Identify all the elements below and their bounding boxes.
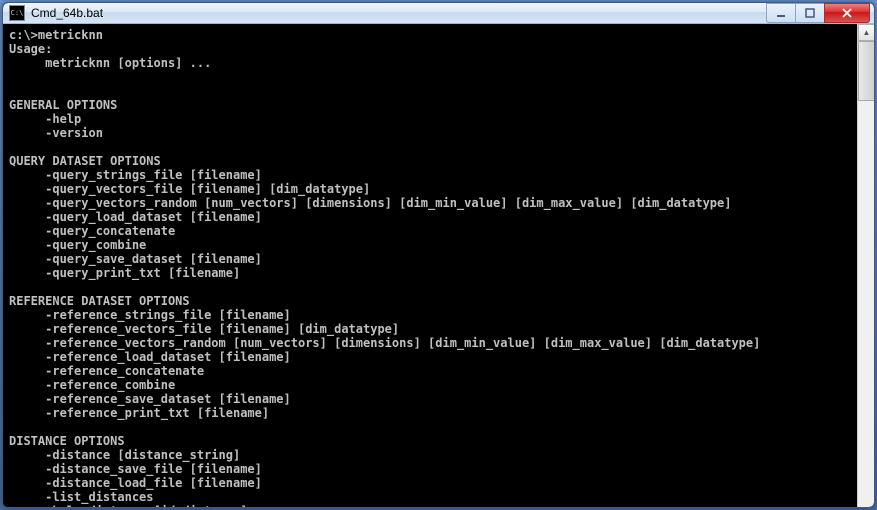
vertical-scrollbar[interactable]: ▲ ▼ <box>857 24 874 508</box>
console-area: c:\>metricknn Usage: metricknn [options]… <box>3 24 874 508</box>
scroll-up-button[interactable]: ▲ <box>858 24 875 41</box>
titlebar[interactable]: C:\ Cmd_64b.bat <box>3 3 874 24</box>
console-window: C:\ Cmd_64b.bat c:\>metricknn Usage: met… <box>2 2 875 508</box>
cmd-icon: C:\ <box>9 5 25 21</box>
window-controls <box>767 3 870 23</box>
window-title: Cmd_64b.bat <box>31 6 103 20</box>
maximize-button[interactable] <box>795 3 825 23</box>
minimize-button[interactable] <box>766 3 796 23</box>
console-output[interactable]: c:\>metricknn Usage: metricknn [options]… <box>3 24 857 508</box>
close-button[interactable] <box>824 3 870 23</box>
scroll-thumb[interactable] <box>858 41 875 101</box>
